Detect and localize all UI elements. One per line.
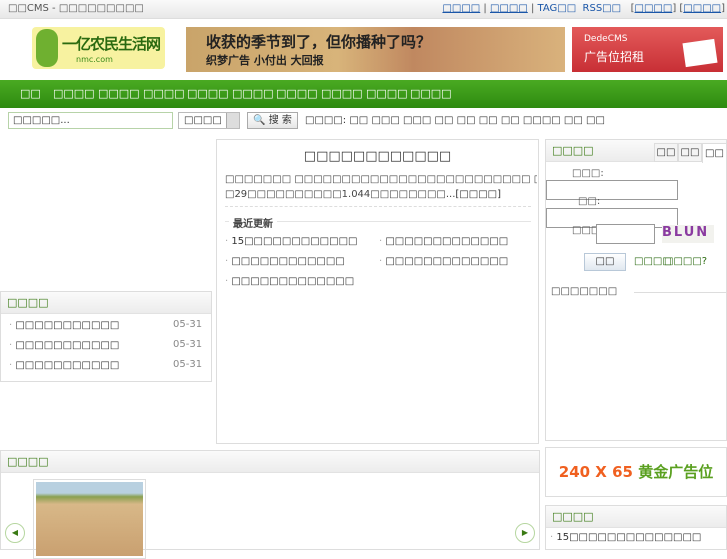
item-date: 05-31 (173, 339, 203, 350)
recent-item[interactable]: □□□□□□□□□□□□□ (225, 276, 354, 287)
box-title: □□□□ (546, 506, 726, 528)
login-box: □□□□ □□ □□ □□ □□□: □□: □□□: BLUN □□ □□□□… (545, 139, 727, 441)
hot-keyword[interactable]: □□ (349, 115, 368, 126)
hot-keyword[interactable]: □□ (564, 115, 583, 126)
recent-item[interactable]: □□□□□□□□□□□□ (225, 256, 344, 267)
recent-title: 最近更新 (229, 215, 277, 230)
logo-sub: nmc.com (76, 55, 113, 64)
hot-keyword[interactable]: □□□□ (523, 115, 561, 126)
ad-rent-banner[interactable]: DedeCMS 广告位招租 (572, 27, 723, 72)
ad-text: 广告位招租 (584, 50, 645, 64)
chevron-down-icon (226, 113, 239, 128)
nav-item[interactable]: □□□□ (321, 87, 363, 100)
list-item[interactable]: □□□□□□□□□□□ (9, 320, 119, 331)
ad-brand: DedeCMS (584, 34, 628, 44)
tab[interactable]: □□ (678, 143, 702, 162)
search-type-select[interactable]: □□□□ (178, 112, 240, 129)
next-arrow-icon[interactable]: ▶ (515, 523, 535, 543)
forgot-password-link[interactable]: □□□□? (664, 256, 707, 267)
search-button-label: 搜 索 (268, 115, 292, 126)
picture-thumb[interactable] (33, 479, 146, 559)
hot-keyword[interactable]: □□□ (403, 115, 431, 126)
tag-link[interactable]: TAG□□ (538, 3, 577, 14)
read-more-link[interactable]: [□□□□] (455, 189, 501, 200)
hot-label: □□□□: (305, 115, 347, 126)
rss-link[interactable]: RSS□□ (583, 3, 622, 14)
right-list-box: □□□□ 15□□□□□□□□□□□□□□ (545, 505, 727, 550)
nav-item[interactable]: □□□□ (98, 87, 140, 100)
divider (225, 206, 531, 207)
summary-line1: □□□□□□□ □□□□□□□□□□□□□□□□□□□□□□□□□ □□□□ □… (225, 174, 537, 185)
banner-line1: 收获的季节到了，但你播种了吗？ (206, 33, 432, 51)
site-logo[interactable]: 一亿农民生活网 nmc.com (32, 27, 165, 69)
select-value: □□□□ (184, 115, 222, 126)
search-input[interactable]: □□□□□... (8, 112, 173, 129)
recent-item[interactable]: □□□□□□□□□□□□□ (379, 256, 508, 267)
recent-item[interactable]: □□□□□□□□□□□□□ (379, 236, 508, 247)
hot-keyword[interactable]: □□ (479, 115, 498, 126)
ad-label: 黄金广告位 (638, 463, 714, 481)
picture-box: □□□□ ◀ ▶ (0, 450, 540, 559)
main-nav: □□ □□□□ □□□□ □□□□ □□□□ □□□□ □□□□ □□□□ □□… (0, 80, 727, 108)
nav-item[interactable]: □□□□ (187, 87, 229, 100)
hot-keyword[interactable]: □□ (435, 115, 454, 126)
headline-summary: □□□□□□□ □□□□□□□□□□□□□□□□□□□□□□□□□ □□□□ □… (225, 172, 537, 202)
top-links: □□□□ | □□□□ | TAG□□ RSS□□ [□□□□] [□□□□] (442, 3, 725, 14)
item-date: 05-31 (173, 359, 203, 370)
top-link-2[interactable]: □□□□ (490, 3, 528, 14)
list-item[interactable]: □□□□□□□□□□□ (9, 340, 119, 351)
hot-keywords: □□□□: □□ □□□ □□□ □□ □□ □□ □□ □□□□ □□ □□ (305, 115, 605, 126)
box-title: □□□□ (1, 292, 211, 314)
nav-item[interactable]: □□□□ (410, 87, 452, 100)
nav-item[interactable]: □□□□ (232, 87, 274, 100)
hot-keyword[interactable]: □□ (457, 115, 476, 126)
hot-keyword[interactable]: □□□ (371, 115, 399, 126)
list-item[interactable]: □□□□□□□□□□□ (9, 360, 119, 371)
nav-item[interactable]: □□□□ (276, 87, 318, 100)
divider (634, 292, 726, 293)
username-input[interactable] (546, 180, 678, 200)
nav-home[interactable]: □□ (20, 87, 41, 100)
hot-keyword[interactable]: □□ (501, 115, 520, 126)
ad-sign-icon (682, 38, 718, 68)
register-link[interactable]: □□□□ (683, 3, 721, 14)
box-title: □□□□ (1, 451, 539, 473)
list-item[interactable]: 15□□□□□□□□□□□□□□ (550, 532, 701, 543)
other-login-label: □□□□□□□ (551, 286, 618, 297)
banner-line2: 织梦广告 小付出 大回报 (206, 54, 324, 67)
login-link[interactable]: □□□□ (635, 3, 673, 14)
top-bar: □□CMS - □□□□□□□□□ □□□□ | □□□□ | TAG□□ RS… (0, 0, 727, 19)
search-icon: 🔍 (253, 115, 266, 126)
prev-arrow-icon[interactable]: ◀ (5, 523, 25, 543)
gold-ad-slot[interactable]: 240 X 65 黄金广告位 (545, 447, 727, 497)
tab[interactable]: □□ (654, 143, 678, 162)
headline-box: □□□□□□□□□□□□ □□□□□□□ □□□□□□□□□□□□□□□□□□□… (216, 139, 539, 444)
headline-title[interactable]: □□□□□□□□□□□□ (217, 149, 538, 164)
site-title: □□CMS - □□□□□□□□□ (8, 3, 144, 14)
captcha-image[interactable]: BLUN (662, 225, 714, 243)
logo-text: 一亿农民生活网 (62, 35, 161, 53)
top-link-1[interactable]: □□□□ (442, 3, 480, 14)
password-label: □□: (578, 196, 601, 207)
nav-item[interactable]: □□□□ (53, 87, 95, 100)
search-button[interactable]: 🔍 搜 索 (247, 112, 298, 129)
left-list-box: □□□□ □□□□□□□□□□□ 05-31 □□□□□□□□□□□ 05-31 □… (0, 291, 212, 382)
recent-item[interactable]: 15□□□□□□□□□□□□ (225, 236, 357, 247)
username-label: □□□: (572, 168, 604, 179)
login-button[interactable]: □□ (584, 253, 626, 271)
nav-item[interactable]: □□□□ (143, 87, 185, 100)
summary-line2: □29□□□□□□□□□□1.044□□□□□□□□... (225, 189, 456, 200)
logo-mascot-icon (36, 29, 58, 67)
ad-size: 240 X 65 (558, 463, 633, 481)
nav-item[interactable]: □□□□ (366, 87, 408, 100)
captcha-input[interactable] (596, 224, 655, 244)
ad-banner[interactable]: 收获的季节到了，但你播种了吗？ 织梦广告 小付出 大回报 (186, 27, 565, 72)
item-date: 05-31 (173, 319, 203, 330)
tab-active[interactable]: □□ (702, 143, 727, 163)
hot-keyword[interactable]: □□ (586, 115, 605, 126)
